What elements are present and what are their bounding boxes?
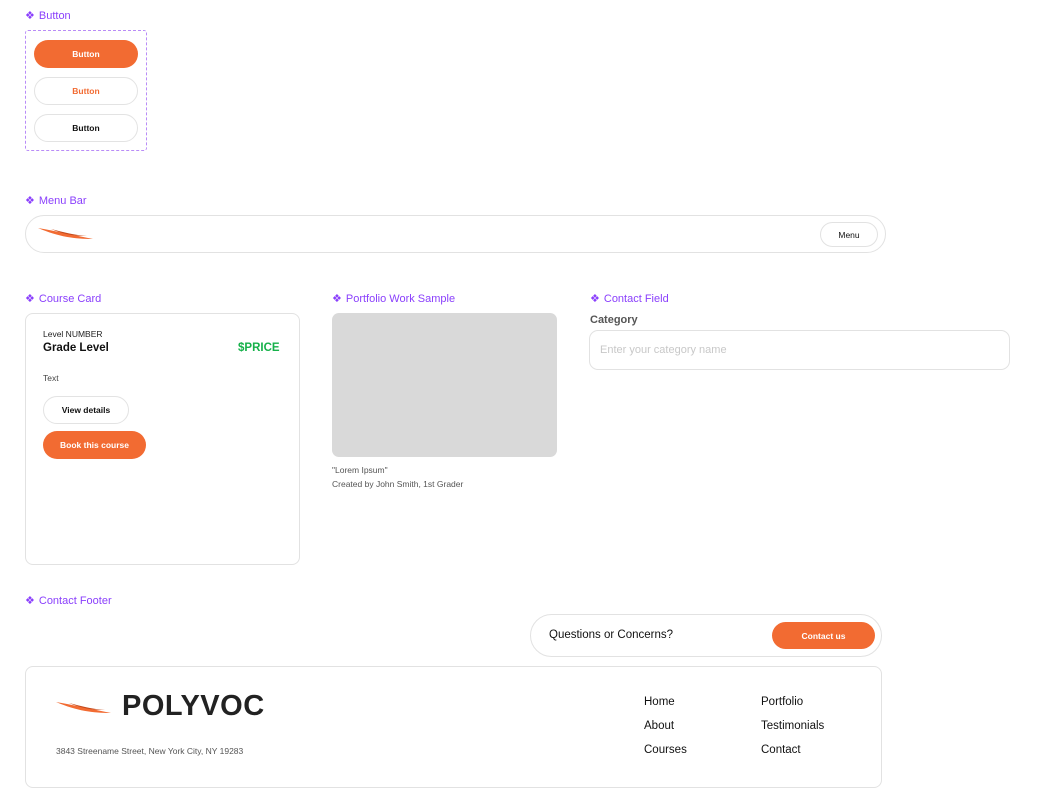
view-details-button[interactable]: View details — [43, 396, 129, 424]
portfolio-image-placeholder[interactable] — [332, 313, 557, 457]
footer — [25, 666, 882, 788]
component-label-text: Button — [38, 10, 71, 22]
footer-address: 3843 Streename Street, New York City, NY… — [56, 746, 244, 756]
primary-button[interactable]: Button — [34, 40, 138, 68]
course-price: $PRICE — [238, 342, 280, 354]
component-label-text: Contact Field — [603, 293, 669, 305]
footer-link-portfolio[interactable]: Portfolio — [761, 696, 803, 708]
component-diamond-icon: ❖ — [25, 594, 35, 607]
component-label-contact-footer: ❖ Contact Footer — [25, 595, 112, 607]
component-diamond-icon: ❖ — [332, 292, 342, 305]
component-diamond-icon: ❖ — [590, 292, 600, 305]
tertiary-button[interactable]: Button — [34, 114, 138, 142]
footer-link-contact[interactable]: Contact — [761, 744, 801, 756]
questions-text: Questions or Concerns? — [549, 629, 674, 641]
component-label-menu-bar: ❖ Menu Bar — [25, 195, 87, 207]
component-label-text: Portfolio Work Sample — [345, 293, 456, 305]
category-label: Category — [590, 314, 638, 326]
component-label-text: Course Card — [38, 293, 102, 305]
course-text: Text — [43, 373, 59, 383]
category-input[interactable]: Enter your category name — [589, 330, 1010, 370]
component-label-button: ❖ Button — [25, 10, 71, 22]
portfolio-caption: Created by John Smith, 1st Grader — [332, 479, 464, 489]
contact-us-button[interactable]: Contact us — [772, 622, 875, 649]
brand-name: POLYVOC — [122, 690, 265, 722]
logo-swoosh-icon[interactable] — [37, 225, 95, 243]
component-diamond-icon: ❖ — [25, 292, 35, 305]
component-label-course-card: ❖ Course Card — [25, 293, 101, 305]
menu-bar — [25, 215, 886, 253]
footer-link-about[interactable]: About — [644, 720, 674, 732]
course-level: Level NUMBER — [43, 329, 103, 339]
component-label-portfolio: ❖ Portfolio Work Sample — [332, 293, 455, 305]
footer-link-courses[interactable]: Courses — [644, 744, 687, 756]
book-course-button[interactable]: Book this course — [43, 431, 146, 459]
portfolio-title: "Lorem Ipsum" — [332, 465, 388, 475]
menu-button[interactable]: Menu — [820, 222, 878, 247]
component-diamond-icon: ❖ — [25, 194, 35, 207]
footer-link-home[interactable]: Home — [644, 696, 675, 708]
logo-swoosh-icon — [56, 702, 111, 713]
component-label-contact-field: ❖ Contact Field — [590, 293, 669, 305]
component-label-text: Menu Bar — [38, 195, 87, 207]
component-diamond-icon: ❖ — [25, 9, 35, 22]
course-grade: Grade Level — [43, 342, 109, 354]
footer-link-testimonials[interactable]: Testimonials — [761, 720, 824, 732]
secondary-button[interactable]: Button — [34, 77, 138, 105]
component-label-text: Contact Footer — [38, 595, 112, 607]
